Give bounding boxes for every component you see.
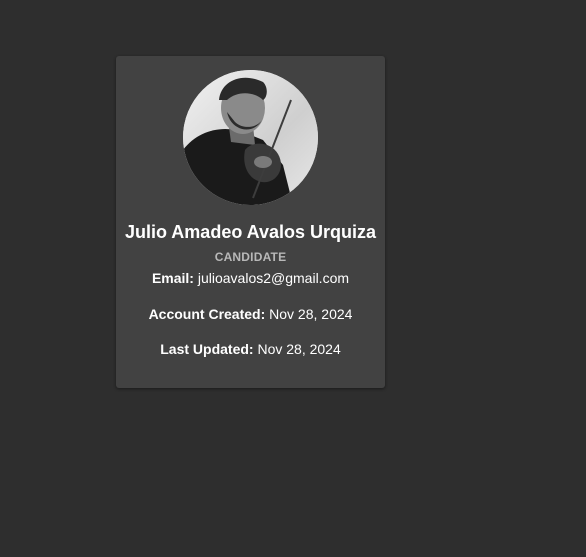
- avatar: [183, 70, 318, 205]
- profile-card: Julio Amadeo Avalos Urquiza CANDIDATE Em…: [116, 56, 385, 388]
- last-updated-value: Nov 28, 2024: [257, 341, 341, 357]
- email-row: Email: julioavalos2@gmail.com: [116, 270, 385, 287]
- email-value: julioavalos2@gmail.com: [197, 270, 350, 286]
- last-updated-label: Last Updated:: [160, 341, 254, 357]
- last-updated-row: Last Updated: Nov 28, 2024: [116, 341, 385, 358]
- account-created-label: Account Created:: [148, 306, 266, 322]
- avatar-photo: [183, 70, 318, 205]
- account-created-row: Account Created: Nov 28, 2024: [116, 306, 385, 323]
- account-created-value: Nov 28, 2024: [269, 306, 353, 322]
- profile-role-badge: CANDIDATE: [214, 250, 287, 264]
- profile-name: Julio Amadeo Avalos Urquiza: [124, 222, 377, 242]
- email-label: Email:: [151, 270, 194, 286]
